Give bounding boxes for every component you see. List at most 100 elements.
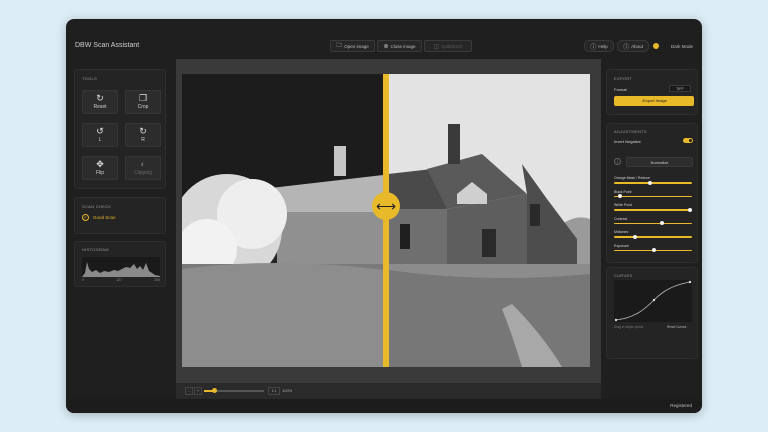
preset-select[interactable]: Normalize <box>626 157 693 167</box>
refresh-icon: ↻ <box>96 93 104 103</box>
slider-knob[interactable] <box>652 248 656 252</box>
status-bar: Registered <box>66 399 702 413</box>
curve-point[interactable] <box>688 280 692 284</box>
image-workspace[interactable]: ⟷ <box>176 59 601 399</box>
dark-mode-label: Dark Mode <box>671 44 694 49</box>
histogram-axis: 0 127 255 <box>82 278 160 282</box>
crop-icon: ❐ <box>138 93 148 103</box>
reset-tool-button[interactable]: ↻ Reset <box>82 90 118 114</box>
rotate-right-button[interactable]: ↻ R <box>125 123 161 147</box>
adjustments-title: ADJUSTMENTS <box>614 129 647 134</box>
rotate-right-icon: ↻ <box>139 126 147 136</box>
zoom-out-label: - <box>188 388 190 393</box>
curve-point[interactable] <box>614 318 618 322</box>
scan-status: Good Scan <box>93 215 116 220</box>
slider-label: Exposure <box>614 243 629 248</box>
open-image-button[interactable]: 🗀 Open image <box>330 40 375 52</box>
title-bar: DBW Scan Assistant 🗀 Open image ⊗ Close … <box>66 19 702 56</box>
slider-knob[interactable] <box>633 234 637 239</box>
curves-title: CURVES <box>614 273 633 278</box>
zoom-percent: 100% <box>282 388 293 393</box>
check-circle-icon: ✓ <box>82 214 89 221</box>
zoom-bar: - + 1:1 100% <box>176 383 601 399</box>
export-panel: EXPORT Format TIFF ↓Export Image <box>606 69 698 115</box>
zoom-fit-label: 1:1 <box>271 389 277 393</box>
close-circle-icon: ⊗ <box>383 43 389 50</box>
help-icon: ⓘ <box>590 44 597 51</box>
split-icon: ◫ <box>433 43 440 50</box>
invert-label: Invert Negative <box>614 139 641 144</box>
help-button[interactable]: ⓘ Help <box>584 40 614 52</box>
tools-panel: TOOLS ↻ Reset ❐ Crop ↺ L ↻ R ✥ Flip ◐ Cl… <box>74 69 166 189</box>
adjustments-panel: ADJUSTMENTS Invert Negative i Normalize … <box>606 123 698 263</box>
export-title: EXPORT <box>614 76 633 81</box>
invert-toggle-knob <box>689 139 692 142</box>
zoom-fit-button[interactable]: 1:1 <box>268 387 280 395</box>
slider-knob[interactable] <box>659 221 664 225</box>
help-label: Help <box>598 43 608 49</box>
slider-label: Orange Mask / Reduce <box>614 176 650 180</box>
about-button[interactable]: ⓘ About <box>617 40 649 52</box>
export-button-label: Export Image <box>643 98 667 103</box>
slider-track[interactable] <box>614 222 692 224</box>
crop-label: Crop <box>137 104 149 110</box>
histogram-tick-0: 0 <box>82 278 84 282</box>
compare-handle[interactable]: ⟷ <box>372 192 400 220</box>
arrows-horizontal-icon: ⟷ <box>375 197 397 214</box>
house-photo <box>182 74 590 367</box>
slider-knob[interactable] <box>648 180 653 185</box>
zoom-slider[interactable] <box>204 388 264 393</box>
format-select[interactable]: TIFF <box>669 85 691 92</box>
invert-toggle[interactable] <box>683 138 693 143</box>
clipping-icon: ◐ <box>140 159 146 169</box>
clipping-label: Clipping <box>133 170 153 176</box>
comparison-image[interactable]: ⟷ <box>182 74 590 367</box>
slider-track[interactable] <box>614 182 692 184</box>
histogram-panel: HISTOGRAM 0 127 255 <box>74 241 166 287</box>
slider-knob[interactable] <box>688 207 693 212</box>
rotate-left-icon: ↺ <box>96 126 104 136</box>
clipping-tool-button[interactable]: ◐ Clipping <box>125 156 161 180</box>
info-icon[interactable]: i <box>614 158 621 165</box>
zoom-in-label: + <box>196 388 200 393</box>
curve-point[interactable] <box>652 298 656 302</box>
curves-graph[interactable] <box>614 280 692 322</box>
scan-check-title: SCAN CHECK <box>82 204 112 209</box>
close-image-button[interactable]: ⊗ Close image <box>377 40 422 52</box>
curves-panel: CURVES Drag to adjust points Reset Curve… <box>606 267 698 359</box>
dark-mode-toggle[interactable] <box>653 43 659 49</box>
crop-tool-button[interactable]: ❐ Crop <box>125 90 161 114</box>
slider-label: Contrast <box>614 216 628 221</box>
export-image-button[interactable]: ↓Export Image <box>614 96 694 106</box>
app-title: DBW Scan Assistant <box>75 42 140 49</box>
reset-label: Reset <box>93 104 107 110</box>
info-icon: ⓘ <box>623 44 630 51</box>
flip-tool-button[interactable]: ✥ Flip <box>82 156 118 180</box>
status-text: Registered <box>670 403 692 408</box>
rotate-left-label: L <box>98 137 102 143</box>
slider-label: White Point <box>614 203 632 207</box>
rotate-left-button[interactable]: ↺ L <box>82 123 118 147</box>
close-image-label: Close image <box>390 43 416 49</box>
histogram-tick-255: 255 <box>154 278 160 282</box>
slider-track[interactable] <box>614 209 692 211</box>
zoom-slider-knob[interactable] <box>212 388 218 393</box>
zoom-in-button[interactable]: + <box>194 387 202 395</box>
slider-track[interactable] <box>614 236 692 238</box>
slider-knob[interactable] <box>617 194 622 198</box>
folder-icon: 🗀 <box>336 43 343 49</box>
app-window: DBW Scan Assistant 🗀 Open image ⊗ Close … <box>66 19 702 413</box>
histogram-graph <box>82 257 160 277</box>
about-label: About <box>631 43 643 49</box>
slider-track[interactable] <box>614 195 692 197</box>
open-image-label: Open image <box>344 43 369 49</box>
histogram-title: HISTOGRAM <box>82 247 109 252</box>
rotate-right-label: R <box>141 137 145 143</box>
reset-curves-button[interactable]: Reset Curves <box>667 325 686 329</box>
zoom-out-button[interactable]: - <box>185 387 193 395</box>
tools-title: TOOLS <box>82 76 97 81</box>
split-stitch-button[interactable]: ◫ Split/Stitch <box>424 40 472 52</box>
format-label: Format <box>614 87 627 92</box>
slider-label: Black Point <box>614 189 632 194</box>
flip-icon: ✥ <box>96 159 104 169</box>
